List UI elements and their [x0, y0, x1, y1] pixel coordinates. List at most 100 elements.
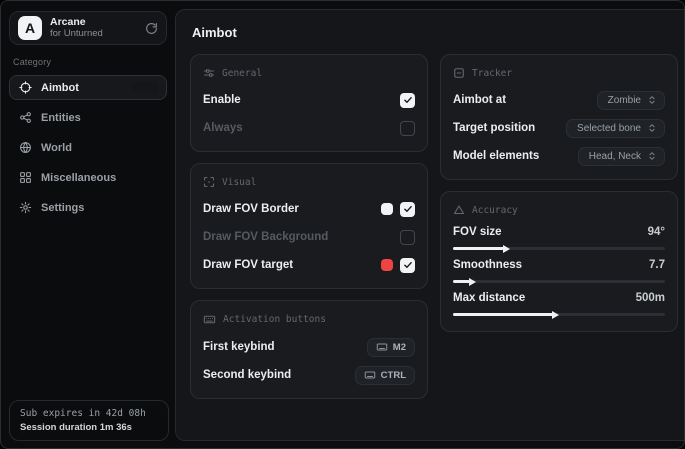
sub-expiry-text: Sub expires in 42d 08h [20, 408, 158, 419]
session-duration-text: Session duration 1m 36s [20, 422, 158, 433]
slider-row-fov-size: FOV size 94° [453, 226, 665, 250]
card-tracker: Tracker Aimbot at Zombie Target position [440, 54, 678, 180]
sidebar-nav: Aimbot Entities World [9, 75, 167, 220]
setting-row-always: Always [203, 117, 415, 139]
setting-row-target-position: Target position Selected bone [453, 117, 665, 139]
sidebar-item-label: Settings [41, 202, 84, 214]
setting-row-enable: Enable [203, 89, 415, 111]
model-elements-select[interactable]: Head, Neck [578, 147, 665, 166]
fov-size-value: 94° [648, 226, 665, 238]
fov-target-checkbox[interactable] [400, 258, 415, 273]
app-window: A Arcane for Unturned Category Aimbot [0, 0, 685, 449]
app-logo-card: A Arcane for Unturned [9, 11, 167, 45]
sidebar-item-world[interactable]: World [9, 135, 167, 160]
aimbot-at-select[interactable]: Zombie [597, 91, 665, 110]
globe-icon [19, 141, 32, 154]
app-subtitle: for Unturned [50, 29, 137, 39]
keyboard-icon [364, 369, 376, 381]
sidebar: A Arcane for Unturned Category Aimbot [1, 1, 175, 448]
grid-icon [19, 171, 32, 184]
target-position-select[interactable]: Selected bone [566, 119, 665, 138]
chevrons-up-down-icon [647, 95, 657, 105]
max-distance-slider[interactable] [453, 313, 665, 316]
fov-border-color-swatch[interactable] [381, 203, 393, 215]
setting-label: Model elements [453, 150, 539, 162]
sliders-icon [203, 67, 215, 79]
max-distance-value: 500m [636, 292, 665, 304]
card-title-activation: Activation buttons [223, 314, 326, 325]
card-accuracy: Accuracy FOV size 94° [440, 191, 678, 332]
setting-label: Draw FOV target [203, 259, 293, 271]
second-keybind-button[interactable]: CTRL [355, 366, 415, 385]
setting-row-aimbot-at: Aimbot at Zombie [453, 89, 665, 111]
box-dash-icon [453, 67, 465, 79]
main-panel: Aimbot General [175, 9, 685, 441]
keybind-value: M2 [393, 342, 406, 353]
sidebar-item-aimbot[interactable]: Aimbot [9, 75, 167, 100]
setting-label: Aimbot at [453, 94, 506, 106]
entities-icon [19, 111, 32, 124]
setting-label: FOV size [453, 226, 502, 238]
gear-icon [19, 201, 32, 214]
enable-checkbox[interactable] [400, 93, 415, 108]
setting-row-fov-target: Draw FOV target [203, 254, 415, 276]
setting-row-first-keybind: First keybind M2 [203, 336, 415, 358]
setting-label: Draw FOV Border [203, 203, 299, 215]
setting-row-second-keybind: Second keybind CTRL [203, 364, 415, 386]
page-title: Aimbot [192, 25, 678, 40]
card-activation-buttons: Activation buttons First keybind M2 Seco… [190, 300, 428, 399]
scan-icon [203, 176, 215, 188]
smoothness-slider[interactable] [453, 280, 665, 283]
keyboard-icon [203, 313, 216, 326]
setting-label: Always [203, 122, 243, 134]
fov-background-checkbox[interactable] [400, 230, 415, 245]
setting-label: Enable [203, 94, 241, 106]
sidebar-item-label: Aimbot [41, 82, 79, 94]
card-title-general: General [222, 68, 262, 79]
first-keybind-button[interactable]: M2 [367, 338, 415, 357]
sidebar-item-settings[interactable]: Settings [9, 195, 167, 220]
select-value: Head, Neck [589, 151, 641, 162]
crosshair-icon [19, 81, 32, 94]
category-label: Category [13, 57, 163, 67]
slider-thumb[interactable] [503, 245, 510, 253]
always-checkbox[interactable] [400, 121, 415, 136]
select-value: Zombie [608, 95, 641, 106]
sidebar-item-entities[interactable]: Entities [9, 105, 167, 130]
slider-thumb[interactable] [469, 278, 476, 286]
fov-border-checkbox[interactable] [400, 202, 415, 217]
setting-label: Draw FOV Background [203, 231, 328, 243]
active-item-hint [132, 82, 158, 93]
card-visual: Visual Draw FOV Border Draw FOV Backgrou… [190, 163, 428, 289]
setting-label: Max distance [453, 292, 525, 304]
sidebar-item-label: Entities [41, 112, 81, 124]
subscription-info-box: Sub expires in 42d 08h Session duration … [9, 400, 169, 441]
card-title-visual: Visual [222, 177, 256, 188]
smoothness-value: 7.7 [649, 259, 665, 271]
slider-fill [453, 280, 470, 283]
setting-label: First keybind [203, 341, 275, 353]
app-title-block: Arcane for Unturned [50, 17, 137, 39]
fov-size-slider[interactable] [453, 247, 665, 250]
slider-thumb[interactable] [552, 311, 559, 319]
slider-row-smoothness: Smoothness 7.7 [453, 259, 665, 283]
setting-label: Target position [453, 122, 535, 134]
sidebar-item-miscellaneous[interactable]: Miscellaneous [9, 165, 167, 190]
select-value: Selected bone [577, 123, 641, 134]
card-title-accuracy: Accuracy [472, 205, 518, 216]
card-general: General Enable Always [190, 54, 428, 152]
refresh-icon[interactable] [145, 22, 158, 35]
card-title-tracker: Tracker [472, 68, 512, 79]
slider-row-max-distance: Max distance 500m [453, 292, 665, 316]
keyboard-icon [376, 341, 388, 353]
slider-fill [453, 313, 553, 316]
triangle-icon [453, 204, 465, 216]
setting-label: Smoothness [453, 259, 522, 271]
setting-row-model-elements: Model elements Head, Neck [453, 145, 665, 167]
fov-target-color-swatch[interactable] [381, 259, 393, 271]
sidebar-item-label: Miscellaneous [41, 172, 116, 184]
chevrons-up-down-icon [647, 123, 657, 133]
sidebar-item-label: World [41, 142, 72, 154]
slider-fill [453, 247, 504, 250]
setting-label: Second keybind [203, 369, 291, 381]
